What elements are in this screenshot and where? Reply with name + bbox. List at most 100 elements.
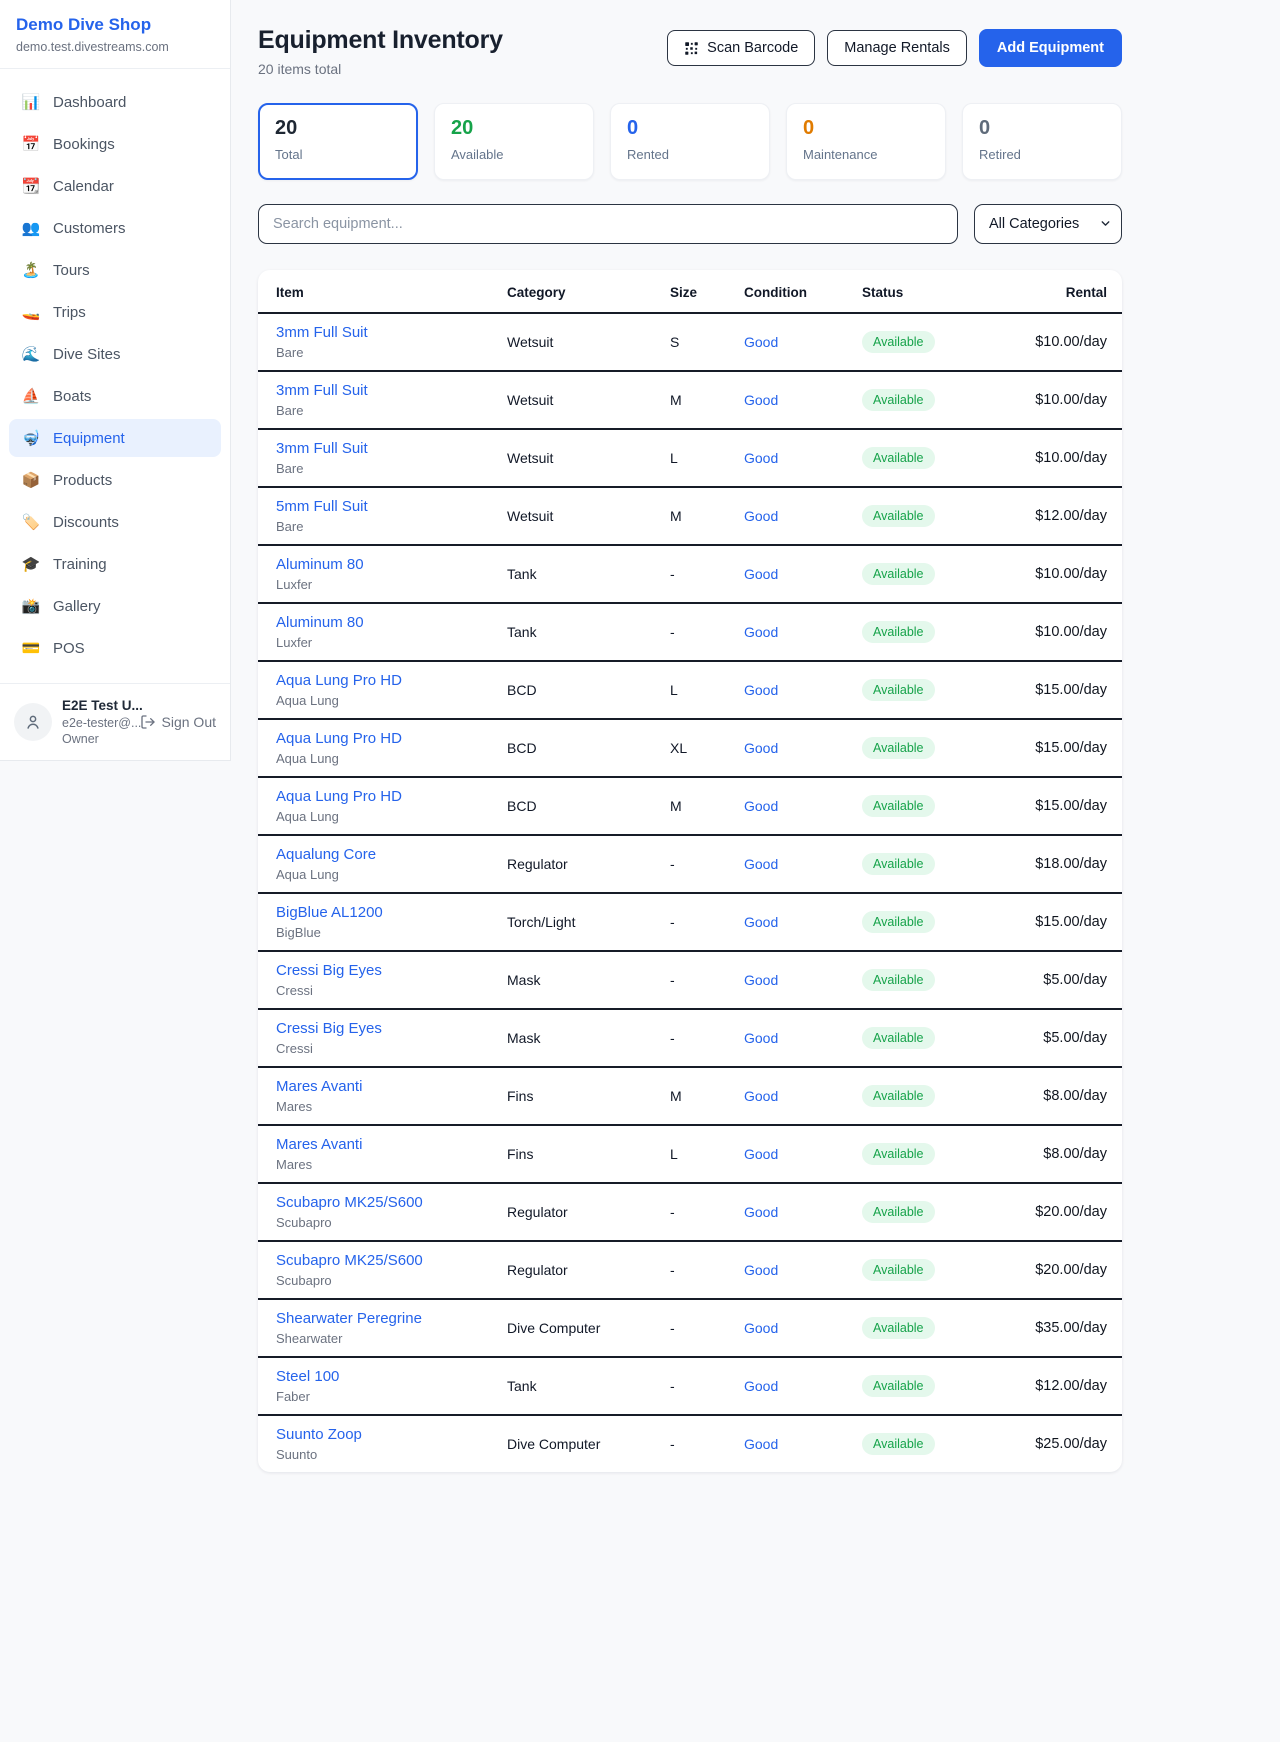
table-row-cressi-big-eyes[interactable]: Cressi Big Eyes Cressi Mask - Good Avail… <box>258 1009 1122 1067</box>
condition-link[interactable]: Good <box>744 1030 778 1046</box>
sidebar-item-customers[interactable]: 👥 Customers <box>9 209 221 247</box>
item-name-link[interactable]: Suunto Zoop <box>276 1426 507 1443</box>
condition-link[interactable]: Good <box>744 856 778 872</box>
sign-out-button[interactable]: Sign Out <box>140 714 216 730</box>
stat-card-rented[interactable]: 0 Rented <box>610 103 770 180</box>
sidebar-item-boats[interactable]: ⛵ Boats <box>9 377 221 415</box>
item-name-link[interactable]: Aluminum 80 <box>276 556 507 573</box>
sidebar-item-equipment[interactable]: 🤿 Equipment <box>9 419 221 457</box>
sidebar-item-dashboard[interactable]: 📊 Dashboard <box>9 83 221 121</box>
nav-item-label: Equipment <box>53 430 125 447</box>
condition-cell: Good <box>744 545 862 603</box>
table-row-scubapro-mk25-s600[interactable]: Scubapro MK25/S600 Scubapro Regulator - … <box>258 1183 1122 1241</box>
condition-link[interactable]: Good <box>744 624 778 640</box>
condition-link[interactable]: Good <box>744 1320 778 1336</box>
condition-link[interactable]: Good <box>744 450 778 466</box>
table-row-3mm-full-suit[interactable]: 3mm Full Suit Bare Wetsuit S Good Availa… <box>258 313 1122 371</box>
item-name-link[interactable]: Shearwater Peregrine <box>276 1310 507 1327</box>
condition-link[interactable]: Good <box>744 1262 778 1278</box>
item-name-link[interactable]: Scubapro MK25/S600 <box>276 1194 507 1211</box>
item-name-link[interactable]: Mares Avanti <box>276 1136 507 1153</box>
table-row-aqua-lung-pro-hd[interactable]: Aqua Lung Pro HD Aqua Lung BCD L Good Av… <box>258 661 1122 719</box>
sidebar-item-trips[interactable]: 🚤 Trips <box>9 293 221 331</box>
condition-link[interactable]: Good <box>744 972 778 988</box>
stat-card-total[interactable]: 20 Total <box>258 103 418 180</box>
category-cell: Wetsuit <box>507 429 670 487</box>
table-row-mares-avanti[interactable]: Mares Avanti Mares Fins M Good Available <box>258 1067 1122 1125</box>
condition-link[interactable]: Good <box>744 798 778 814</box>
table-row-aluminum-80[interactable]: Aluminum 80 Luxfer Tank - Good Available <box>258 603 1122 661</box>
condition-link[interactable]: Good <box>744 508 778 524</box>
table-row-3mm-full-suit[interactable]: 3mm Full Suit Bare Wetsuit L Good Availa… <box>258 429 1122 487</box>
stat-card-available[interactable]: 20 Available <box>434 103 594 180</box>
nav-item-label: Customers <box>53 220 126 237</box>
condition-link[interactable]: Good <box>744 914 778 930</box>
filters-row: All Categories <box>258 204 1122 244</box>
item-name-link[interactable]: Steel 100 <box>276 1368 507 1385</box>
table-row-aqualung-core[interactable]: Aqualung Core Aqua Lung Regulator - Good… <box>258 835 1122 893</box>
stat-value: 0 <box>803 117 929 140</box>
user-role: Owner <box>62 731 130 747</box>
table-row-shearwater-peregrine[interactable]: Shearwater Peregrine Shearwater Dive Com… <box>258 1299 1122 1357</box>
sidebar-header: Demo Dive Shop demo.test.divestreams.com <box>0 0 230 69</box>
add-equipment-button[interactable]: Add Equipment <box>979 29 1122 67</box>
condition-link[interactable]: Good <box>744 566 778 582</box>
sidebar-item-gallery[interactable]: 📸 Gallery <box>9 587 221 625</box>
condition-link[interactable]: Good <box>744 1088 778 1104</box>
item-name-link[interactable]: Cressi Big Eyes <box>276 1020 507 1037</box>
condition-link[interactable]: Good <box>744 392 778 408</box>
item-name-link[interactable]: 3mm Full Suit <box>276 324 507 341</box>
nav-item-icon: 📊 <box>21 93 41 111</box>
table-row-mares-avanti[interactable]: Mares Avanti Mares Fins L Good Available <box>258 1125 1122 1183</box>
category-select[interactable]: All Categories <box>974 204 1122 244</box>
manage-rentals-button[interactable]: Manage Rentals <box>827 30 967 66</box>
sidebar-item-training[interactable]: 🎓 Training <box>9 545 221 583</box>
item-name-link[interactable]: Cressi Big Eyes <box>276 962 507 979</box>
item-name-link[interactable]: 5mm Full Suit <box>276 498 507 515</box>
stat-card-retired[interactable]: 0 Retired <box>962 103 1122 180</box>
sidebar-item-dive-sites[interactable]: 🌊 Dive Sites <box>9 335 221 373</box>
table-row-aqua-lung-pro-hd[interactable]: Aqua Lung Pro HD Aqua Lung BCD M Good Av… <box>258 777 1122 835</box>
item-name-link[interactable]: 3mm Full Suit <box>276 382 507 399</box>
item-name-link[interactable]: Scubapro MK25/S600 <box>276 1252 507 1269</box>
status-cell: Available <box>862 603 1012 661</box>
item-name-link[interactable]: BigBlue AL1200 <box>276 904 507 921</box>
nav-item-icon: 📸 <box>21 597 41 615</box>
sidebar-item-pos[interactable]: 💳 POS <box>9 629 221 667</box>
table-row-steel-100[interactable]: Steel 100 Faber Tank - Good Available <box>258 1357 1122 1415</box>
condition-link[interactable]: Good <box>744 1378 778 1394</box>
nav-item-label: Products <box>53 472 112 489</box>
stat-label: Retired <box>979 147 1105 162</box>
item-name-link[interactable]: Aqua Lung Pro HD <box>276 788 507 805</box>
item-name-link[interactable]: Aqualung Core <box>276 846 507 863</box>
sidebar-item-tours[interactable]: 🏝️ Tours <box>9 251 221 289</box>
sidebar-item-bookings[interactable]: 📅 Bookings <box>9 125 221 163</box>
sidebar-item-discounts[interactable]: 🏷️ Discounts <box>9 503 221 541</box>
condition-link[interactable]: Good <box>744 1204 778 1220</box>
condition-link[interactable]: Good <box>744 740 778 756</box>
sidebar-item-products[interactable]: 📦 Products <box>9 461 221 499</box>
table-row-5mm-full-suit[interactable]: 5mm Full Suit Bare Wetsuit M Good Availa… <box>258 487 1122 545</box>
item-name-link[interactable]: Aqua Lung Pro HD <box>276 672 507 689</box>
condition-link[interactable]: Good <box>744 682 778 698</box>
table-row-scubapro-mk25-s600[interactable]: Scubapro MK25/S600 Scubapro Regulator - … <box>258 1241 1122 1299</box>
sidebar-item-calendar[interactable]: 📆 Calendar <box>9 167 221 205</box>
search-input[interactable] <box>258 204 958 244</box>
condition-link[interactable]: Good <box>744 334 778 350</box>
item-name-link[interactable]: Aluminum 80 <box>276 614 507 631</box>
item-brand: Scubapro <box>276 1273 507 1288</box>
item-name-link[interactable]: 3mm Full Suit <box>276 440 507 457</box>
item-name-link[interactable]: Aqua Lung Pro HD <box>276 730 507 747</box>
item-name-link[interactable]: Mares Avanti <box>276 1078 507 1095</box>
condition-link[interactable]: Good <box>744 1436 778 1452</box>
condition-link[interactable]: Good <box>744 1146 778 1162</box>
table-row-3mm-full-suit[interactable]: 3mm Full Suit Bare Wetsuit M Good Availa… <box>258 371 1122 429</box>
table-row-bigblue-al1200[interactable]: BigBlue AL1200 BigBlue Torch/Light - Goo… <box>258 893 1122 951</box>
table-row-suunto-zoop[interactable]: Suunto Zoop Suunto Dive Computer - Good … <box>258 1415 1122 1472</box>
stat-card-maintenance[interactable]: 0 Maintenance <box>786 103 946 180</box>
table-row-aqua-lung-pro-hd[interactable]: Aqua Lung Pro HD Aqua Lung BCD XL Good A… <box>258 719 1122 777</box>
condition-cell: Good <box>744 893 862 951</box>
table-row-aluminum-80[interactable]: Aluminum 80 Luxfer Tank - Good Available <box>258 545 1122 603</box>
table-row-cressi-big-eyes[interactable]: Cressi Big Eyes Cressi Mask - Good Avail… <box>258 951 1122 1009</box>
scan-barcode-button[interactable]: Scan Barcode <box>667 30 815 66</box>
